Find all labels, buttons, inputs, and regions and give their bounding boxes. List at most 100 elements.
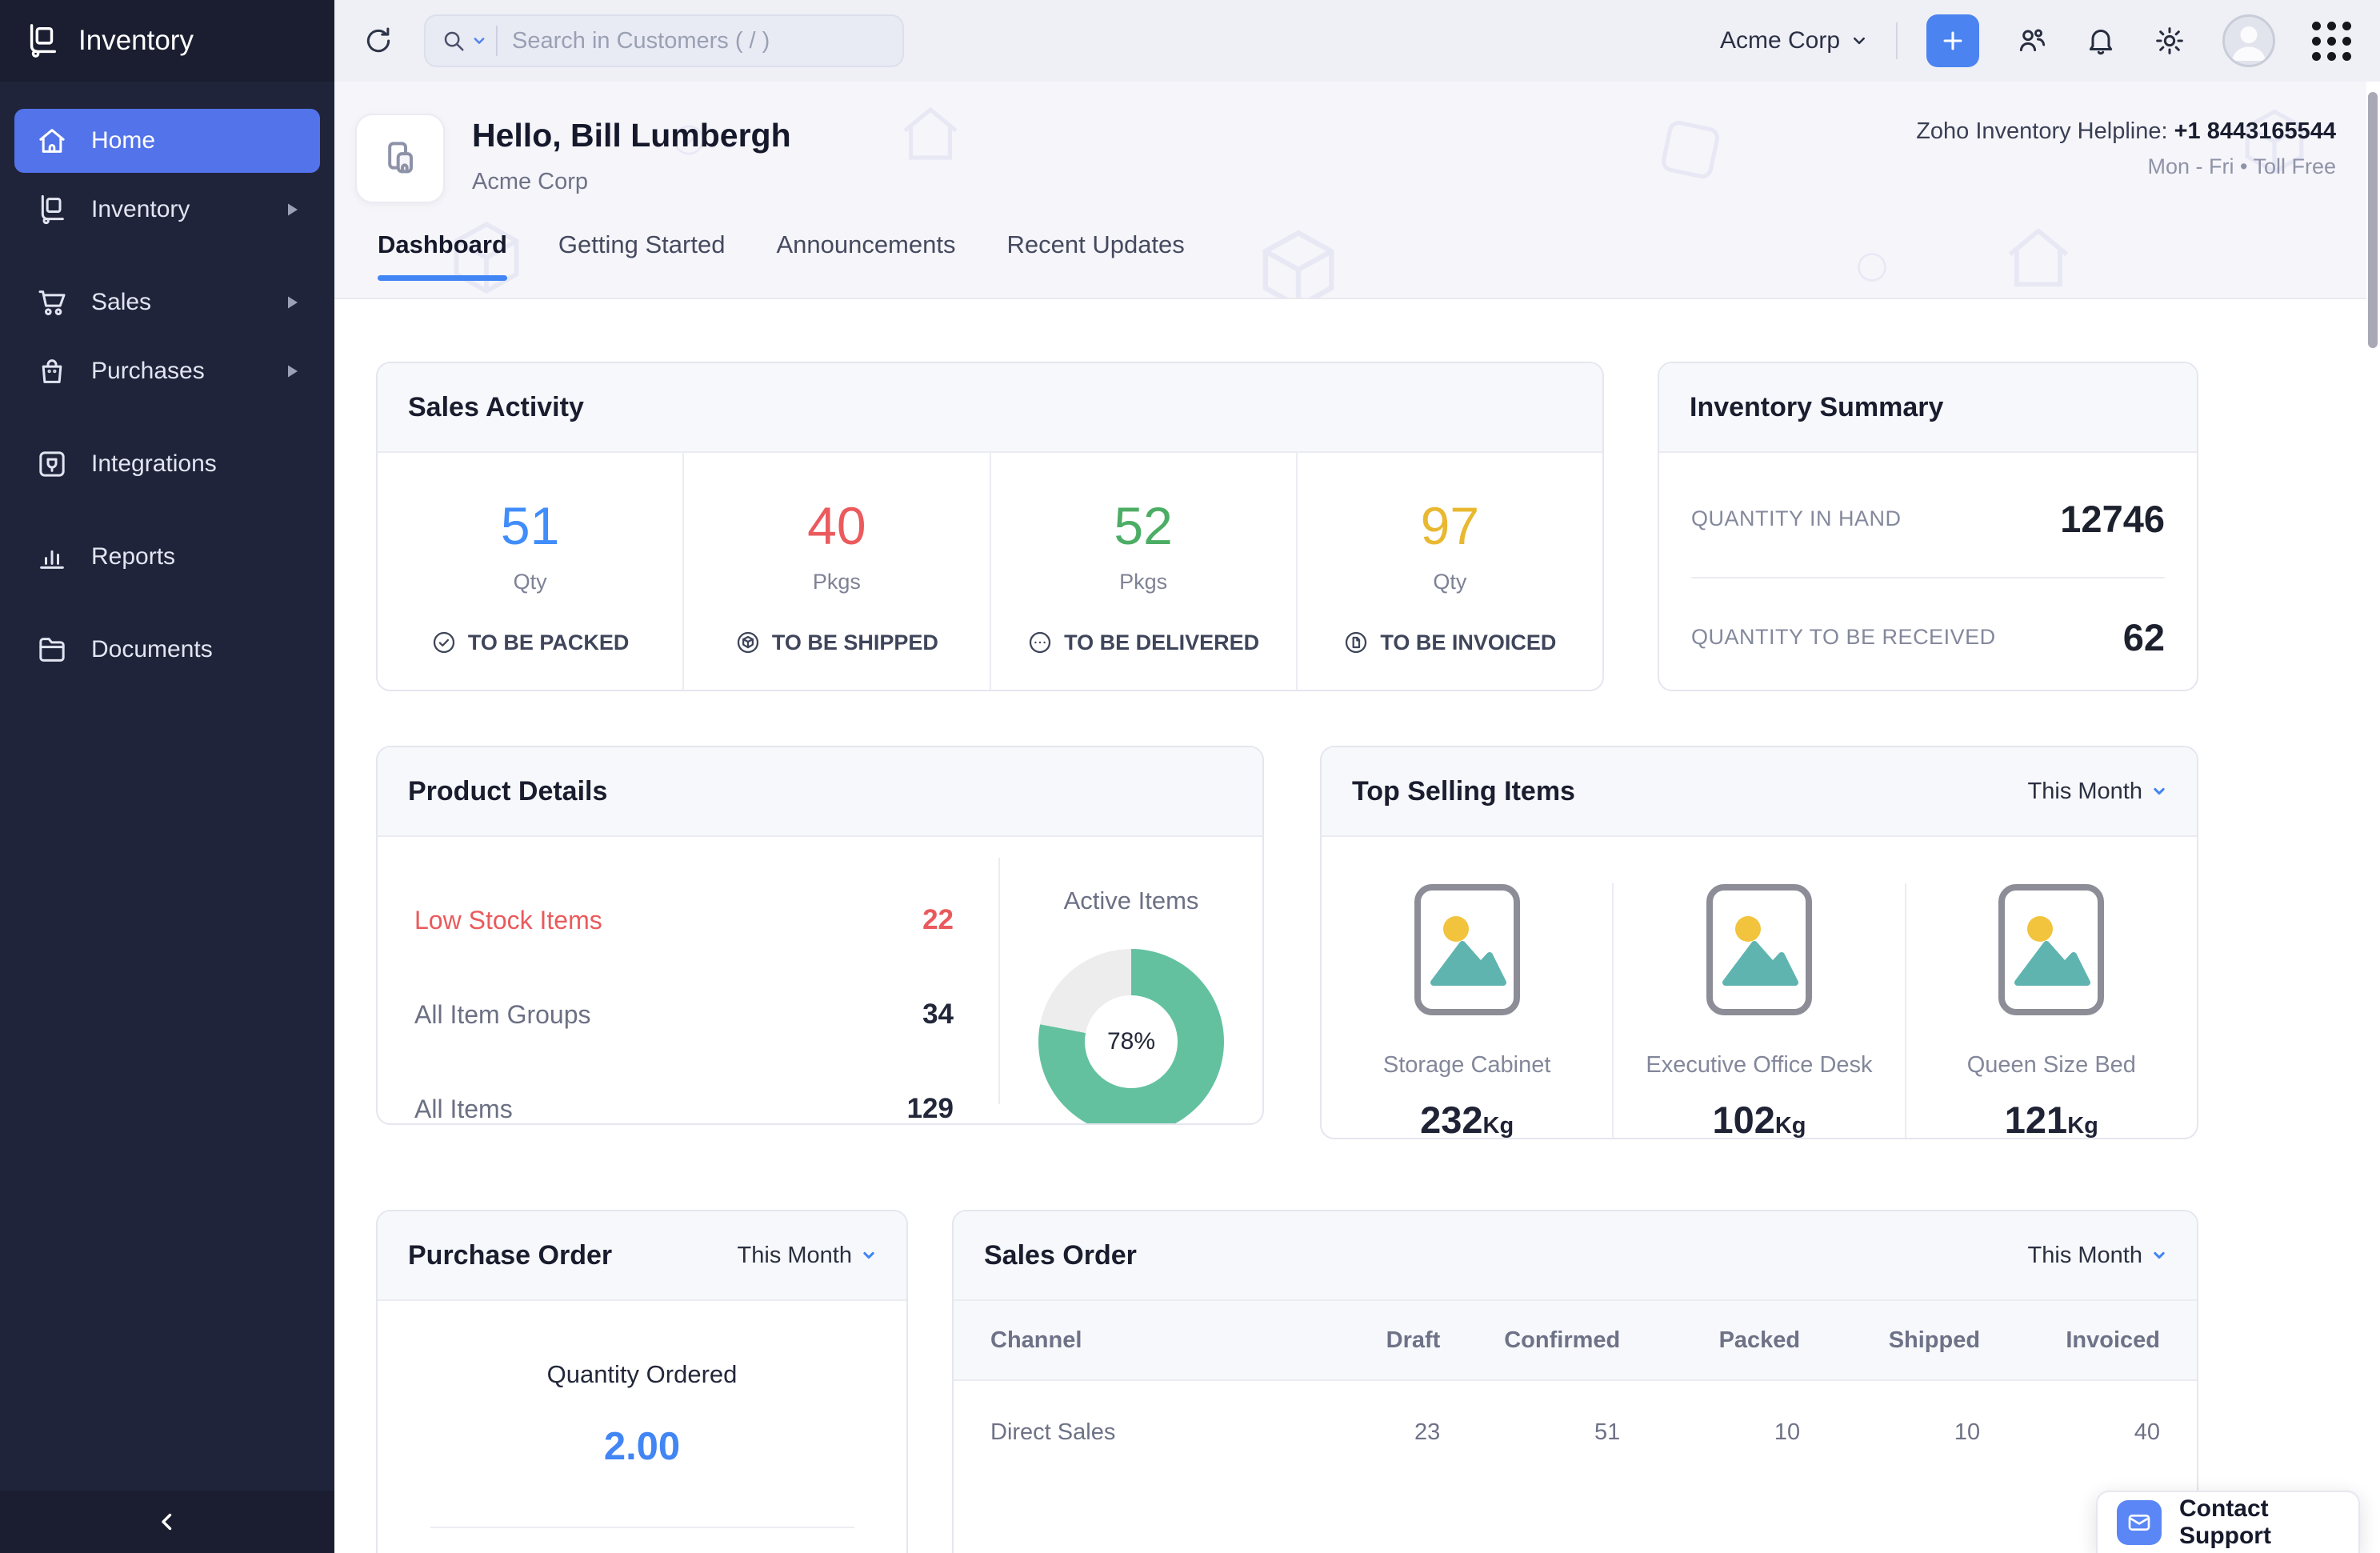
period-selector[interactable]: This Month — [2028, 779, 2166, 805]
all-item-groups-row[interactable]: All Item Groups 34 — [414, 967, 954, 1062]
refresh-icon[interactable] — [363, 26, 394, 56]
greeting-title: Hello, Bill Lumbergh — [472, 117, 791, 154]
row-value: 62 — [2123, 615, 2165, 659]
sidebar-item-sales[interactable]: Sales — [14, 270, 320, 334]
chevron-down-icon — [2152, 1248, 2166, 1263]
period-selector[interactable]: This Month — [738, 1243, 876, 1269]
quantity-to-be-received-row: QUANTITY TO BE RECEIVED 62 — [1691, 578, 2165, 691]
column-header: Draft — [1260, 1327, 1440, 1354]
quick-create-button[interactable] — [1926, 14, 1979, 67]
top-item[interactable]: Executive Office Desk 102Kg — [1614, 883, 1906, 1139]
stat-to-be-packed[interactable]: 51 Qty TO BE PACKED — [378, 453, 684, 691]
sidebar-item-home[interactable]: Home — [14, 109, 320, 173]
stat-to-be-shipped[interactable]: 40 Pkgs TO BE SHIPPED — [684, 453, 990, 691]
chevron-down-icon — [862, 1248, 876, 1263]
users-icon[interactable] — [2016, 25, 2048, 57]
cell-channel: Direct Sales — [990, 1419, 1260, 1446]
cell-shipped: 10 — [1800, 1419, 1980, 1446]
top-item[interactable]: Queen Size Bed 121Kg — [1906, 883, 2197, 1139]
tab-getting-started[interactable]: Getting Started — [558, 230, 726, 281]
chevron-right-icon — [286, 295, 299, 310]
home-icon — [35, 124, 69, 158]
sidebar-collapse-button[interactable] — [0, 1491, 334, 1553]
card-title: Purchase Order — [408, 1240, 612, 1271]
quantity-ordered-value[interactable]: 2.00 — [378, 1424, 906, 1469]
sidebar-item-label: Sales — [91, 289, 151, 316]
cell-invoiced: 40 — [1980, 1419, 2160, 1446]
cell-draft: 23 — [1260, 1419, 1440, 1446]
greeting-org: Acme Corp — [472, 169, 791, 195]
org-name: Acme Corp — [1720, 27, 1840, 54]
stat-value: 97 — [1298, 498, 1602, 554]
card-title: Inventory Summary — [1690, 392, 1943, 423]
apps-grid-icon[interactable] — [2312, 22, 2351, 61]
image-placeholder-icon — [1414, 883, 1521, 1016]
all-items-row[interactable]: All Items 129 — [414, 1062, 954, 1125]
sidebar-nav: Home Inventory Sales — [0, 82, 334, 1491]
active-items-label: Active Items — [1000, 887, 1262, 915]
item-name: Executive Office Desk — [1614, 1052, 1904, 1079]
cart-icon — [35, 286, 69, 319]
contact-support-button[interactable]: Contact Support — [2096, 1491, 2360, 1553]
gear-icon[interactable] — [2154, 25, 2186, 57]
topbar: Acme Corp — [334, 0, 2380, 82]
stat-to-be-delivered[interactable]: 52 Pkgs TO BE DELIVERED — [991, 453, 1298, 691]
search-scope-chevron-icon[interactable] — [472, 34, 486, 48]
donut-center-value: 78% — [1107, 1028, 1155, 1055]
ellipsis-circle-icon — [1027, 630, 1053, 655]
tab-announcements[interactable]: Announcements — [776, 230, 955, 281]
card-title: Top Selling Items — [1352, 776, 1575, 807]
plus-icon — [1939, 27, 1966, 54]
item-quantity: 121Kg — [1906, 1098, 2197, 1139]
divider — [430, 1527, 854, 1528]
sidebar-item-reports[interactable]: Reports — [14, 525, 320, 589]
sidebar-item-documents[interactable]: Documents — [14, 618, 320, 682]
sidebar-item-label: Inventory — [91, 196, 190, 223]
sidebar-item-inventory[interactable]: Inventory — [14, 178, 320, 242]
search-icon — [442, 29, 466, 53]
sidebar-item-label: Integrations — [91, 450, 217, 478]
global-search[interactable] — [424, 14, 904, 67]
search-input[interactable] — [512, 28, 886, 54]
tab-dashboard[interactable]: Dashboard — [378, 230, 507, 281]
row-label: All Item Groups — [414, 1000, 591, 1030]
sidebar-item-integrations[interactable]: Integrations — [14, 432, 320, 496]
card-title: Sales Order — [984, 1240, 1137, 1271]
avatar[interactable] — [2222, 14, 2275, 67]
product-details-card: Product Details Low Stock Items 22 All I… — [376, 746, 1264, 1125]
sidebar-item-purchases[interactable]: Purchases — [14, 339, 320, 403]
top-selling-items-card: Top Selling Items This Month Storage Cab… — [1320, 746, 2198, 1139]
invoice-circle-icon — [1343, 630, 1369, 655]
low-stock-items-row[interactable]: Low Stock Items 22 — [414, 873, 954, 967]
package-circle-icon — [735, 630, 761, 655]
top-item[interactable]: Storage Cabinet 232Kg — [1322, 883, 1614, 1139]
tab-recent-updates[interactable]: Recent Updates — [1006, 230, 1184, 281]
org-badge — [355, 114, 445, 203]
cell-confirmed: 51 — [1440, 1419, 1620, 1446]
sidebar-item-label: Reports — [91, 543, 175, 570]
chevron-down-icon — [1851, 33, 1867, 49]
row-value: 12746 — [2060, 497, 2165, 541]
folder-icon — [35, 633, 69, 666]
topbar-divider — [1896, 22, 1898, 59]
sidebar-item-label: Purchases — [91, 358, 205, 385]
sidebar: Inventory Home Inventory — [0, 0, 334, 1553]
app-logo[interactable]: Inventory — [0, 0, 334, 82]
row-value: 34 — [922, 999, 954, 1031]
search-divider — [496, 26, 498, 56]
helpline-hours: Mon - Fri • Toll Free — [1916, 154, 2336, 179]
chevron-left-icon — [154, 1508, 181, 1535]
stat-to-be-invoiced[interactable]: 97 Qty TO BE INVOICED — [1298, 453, 1602, 691]
org-selector[interactable]: Acme Corp — [1720, 27, 1867, 54]
bag-icon — [35, 354, 69, 388]
column-header: Packed — [1620, 1327, 1800, 1354]
chevron-right-icon — [286, 202, 299, 217]
stat-value: 51 — [378, 498, 682, 554]
vertical-scrollbar-thumb[interactable] — [2368, 92, 2378, 348]
item-name: Queen Size Bed — [1906, 1052, 2197, 1079]
period-selector[interactable]: This Month — [2028, 1243, 2166, 1269]
plug-icon — [35, 447, 69, 481]
bell-icon[interactable] — [2085, 25, 2117, 57]
table-row: Direct Sales 23 51 10 10 40 — [954, 1381, 2197, 1483]
check-circle-icon — [431, 630, 457, 655]
